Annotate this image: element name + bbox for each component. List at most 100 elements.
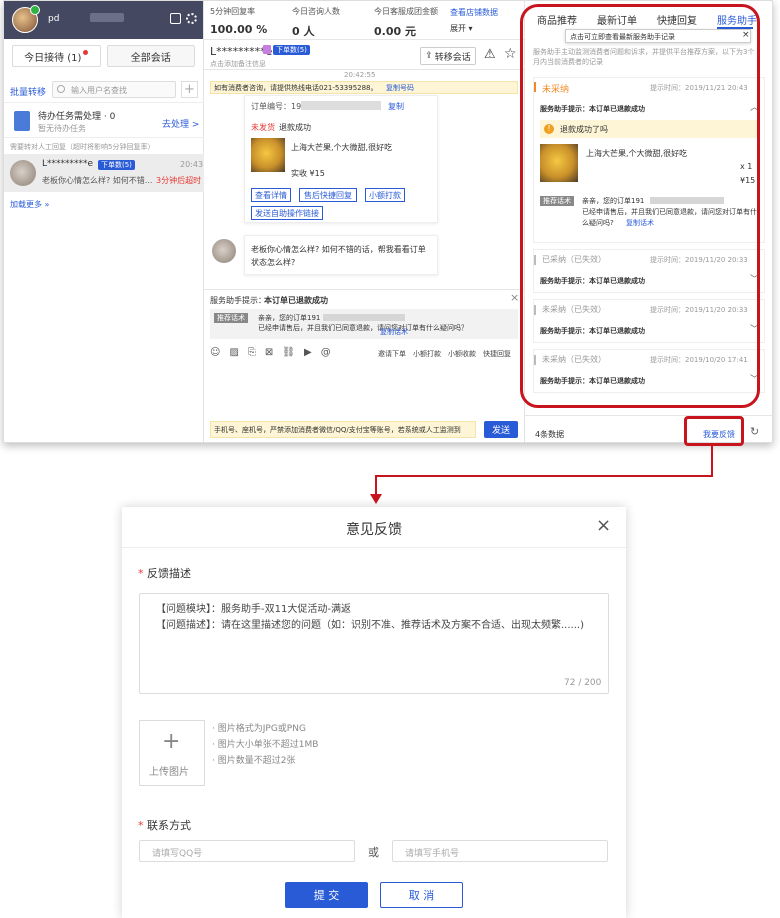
masked-order-number xyxy=(301,101,381,110)
transfer-session-button[interactable]: ⇪ 转移会话 xyxy=(420,47,476,65)
search-input[interactable]: 输入用户名查找 xyxy=(71,85,127,96)
add-icon[interactable]: + xyxy=(181,81,198,98)
order-card: 订单编号：1910 复制 未发货 退款成功 上海大芒果,个大微甜,很好吃 实收 … xyxy=(244,95,438,223)
session-panel: pd 今日接待 (1) 全部会话 批量转移 输入用户名查找 + 待办任务需处理 … xyxy=(4,1,204,442)
record-count: 4条数据 xyxy=(535,430,565,439)
desc-label: * 反馈描述 xyxy=(138,567,191,580)
store-data-link[interactable]: 查看店铺数据 xyxy=(450,7,498,18)
stat-group-amount: 今日客服成团金额 0.00 元 xyxy=(374,7,438,38)
expand-toggle[interactable]: 展开 ▾ xyxy=(450,23,473,34)
plus-icon: + xyxy=(162,729,181,754)
task-icon xyxy=(14,111,30,131)
qq-input[interactable]: 请填写QQ号 xyxy=(139,840,355,862)
shipping-status-tag: 未发货 xyxy=(251,123,275,132)
timeout-warning: 3分钟后超时 xyxy=(156,176,202,185)
input-warning: 手机号、座机号，严禁添加消费者微信/QQ/支付宝等账号，若系统或人工监测到 xyxy=(210,421,476,438)
close-icon[interactable]: × xyxy=(510,291,519,304)
search-box[interactable]: 输入用户名查找 xyxy=(52,81,176,98)
quick-reply-link[interactable]: 快捷回复 xyxy=(483,349,511,359)
video-icon[interactable]: ▶ xyxy=(304,347,312,358)
session-item[interactable]: L*********e 下单数(5) 20:43 老板你心情怎么样? 如何不错.… xyxy=(4,154,204,192)
small-receive-link[interactable]: 小额收款 xyxy=(448,349,476,359)
highlight-box xyxy=(520,4,760,408)
customer-avatar xyxy=(212,239,236,263)
image-icon[interactable]: ▨ xyxy=(229,347,238,358)
chat-panel: 5分钟回复率 100.00 % 今日咨询人数 0 人 今日客服成团金额 0.00… xyxy=(204,1,524,442)
assistant-tip-label: 服务助手提示： xyxy=(210,296,266,305)
template-icon[interactable]: ⊠ xyxy=(265,347,273,358)
submit-button[interactable]: 提 交 xyxy=(285,882,368,908)
paid-amount: 实收 ¥15 xyxy=(291,169,325,178)
assistant-tip-value: 本订单已退款成功 xyxy=(264,296,328,305)
tab-today[interactable]: 今日接待 (1) xyxy=(12,45,101,67)
transfer-icon: ⇪ xyxy=(425,51,433,61)
close-icon[interactable]: × xyxy=(596,515,611,536)
warning-icon[interactable]: ⚠ xyxy=(484,47,496,62)
user-name: pd xyxy=(48,14,60,24)
or-text: 或 xyxy=(368,846,379,859)
customer-avatar xyxy=(10,160,36,186)
online-check-icon xyxy=(30,5,40,15)
invite-order-link[interactable]: 邀请下单 xyxy=(378,349,406,359)
send-button[interactable]: 发送 xyxy=(484,421,518,438)
customer-message: 老板你心情怎么样? 如何不错的话，帮我看看订单状态怎么样? xyxy=(244,235,438,275)
todo-process-link[interactable]: 去处理 > xyxy=(162,117,199,130)
copy-number-link[interactable]: 复制号码 xyxy=(386,83,414,93)
arrow-connector xyxy=(370,446,713,504)
session-tabs: 今日接待 (1) 全部会话 xyxy=(4,39,203,73)
copy-speech-link[interactable]: 复制话术 xyxy=(380,327,408,337)
quick-tool-links: 邀请下单 小额打款 小额收款 快捷回复 xyxy=(378,349,511,359)
recommend-box: 推荐话术 亲亲，您的订单191 已经申请售后，并且我们已同意退款，请问您对订单有… xyxy=(210,309,518,339)
cancel-button[interactable]: 取 消 xyxy=(380,882,463,908)
masked-user-id xyxy=(90,13,124,22)
phone-input[interactable]: 请填写手机号 xyxy=(392,840,608,862)
feedback-modal: 意见反馈 × * 反馈描述 【问题模块】：服务助手-双11大促活动-满返 【问题… xyxy=(122,507,626,918)
vip-icon xyxy=(263,45,271,54)
contact-label: * 联系方式 xyxy=(138,819,191,832)
link-icon[interactable]: ⛓ xyxy=(282,347,295,358)
self-service-link-button[interactable]: 发送自助操作链接 xyxy=(251,206,323,220)
upload-rules: · 图片格式为JPG或PNG · 图片大小单张不超过1MB · 图片数量不超过2… xyxy=(212,724,319,766)
small-payment-button[interactable]: 小额打款 xyxy=(365,188,405,202)
at-icon[interactable]: @ xyxy=(321,347,331,358)
batch-transfer-link[interactable]: 批量转移 xyxy=(10,85,46,98)
modal-title: 意见反馈 xyxy=(346,522,402,538)
recommend-tag: 推荐话术 xyxy=(214,313,248,323)
upload-image-button[interactable]: + 上传图片 xyxy=(139,720,205,786)
add-remark-link[interactable]: 点击添加备注信息 xyxy=(210,59,266,69)
session-name: L*********e xyxy=(42,159,94,169)
stat-consult-count: 今日咨询人数 0 人 xyxy=(292,7,340,38)
edit-icon[interactable] xyxy=(170,13,181,24)
view-details-button[interactable]: 查看详情 xyxy=(251,188,291,202)
user-header: pd xyxy=(4,1,203,39)
chat-toolbar: ☺ ▨ ⎘ ⊠ ⛓ ▶ @ xyxy=(210,347,331,358)
chat-order-badge: 下单数(5) xyxy=(273,45,310,55)
search-icon xyxy=(57,85,65,93)
todo-sub: 暂无待办任务 xyxy=(38,124,86,133)
refresh-icon[interactable]: ↻ xyxy=(750,425,759,438)
unread-dot-icon xyxy=(83,49,89,55)
settings-gear-icon[interactable] xyxy=(186,13,197,24)
tab-all-sessions[interactable]: 全部会话 xyxy=(106,45,195,67)
star-icon[interactable]: ☆ xyxy=(504,46,517,62)
char-counter: 72 / 200 xyxy=(564,678,602,688)
small-payment-link[interactable]: 小额打款 xyxy=(413,349,441,359)
aftersale-reply-button[interactable]: 售后快捷回复 xyxy=(299,188,357,202)
feedback-textarea[interactable]: 【问题模块】：服务助手-双11大促活动-满返 【问题描述】：请在这里描述您的问题… xyxy=(139,593,609,694)
copy-order-link[interactable]: 复制 xyxy=(388,101,404,112)
notice-bar: 如有消费者咨询，请提供热线电话021-53395288。 复制号码 xyxy=(210,81,518,94)
screenshot-icon[interactable]: ⎘ xyxy=(248,347,256,358)
session-last-msg: 老板你心情怎么样? 如何不错... xyxy=(42,176,153,185)
todo-title: 待办任务需处理 · 0 xyxy=(38,112,116,122)
reply-hint: 需要转对人工回复（超时将影响5分钟回复率） xyxy=(10,143,155,151)
order-count-badge: 下单数(5) xyxy=(98,160,135,170)
product-title: 上海大芒果,个大微甜,很好吃 xyxy=(291,143,393,152)
stat-reply-rate: 5分钟回复率 100.00 % xyxy=(210,7,268,36)
refund-status: 退款成功 xyxy=(279,123,311,132)
emoji-icon[interactable]: ☺ xyxy=(210,347,220,358)
product-image xyxy=(251,138,285,172)
masked-order-number xyxy=(323,314,405,321)
chat-timestamp: 20:42:55 xyxy=(344,71,376,79)
session-time: 20:43 xyxy=(180,160,204,169)
load-more-link[interactable]: 加载更多 » xyxy=(10,199,49,210)
